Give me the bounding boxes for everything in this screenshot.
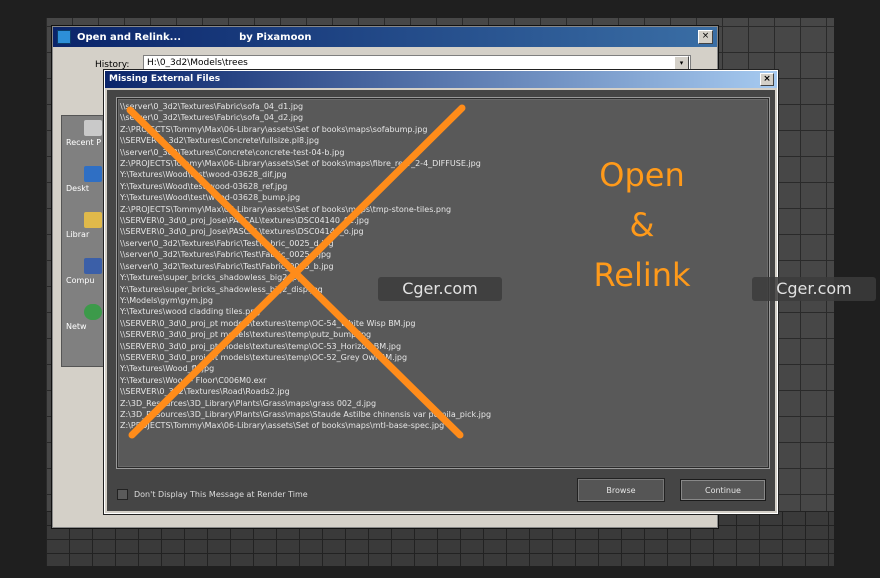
file-row[interactable]: \\SERVER\0_3d2\Textures\Concrete\fullsiz… [120, 135, 768, 146]
file-row[interactable]: \\server\0_3d2\Textures\Fabric\sofa_04_d… [120, 101, 768, 112]
file-row[interactable]: \\SERVER\0_3d\0_proj_pt models\textures\… [120, 352, 768, 363]
recent-places-icon [84, 120, 102, 136]
file-row[interactable]: \\SERVER\0_3d\0_proj_pt models\textures\… [120, 341, 768, 352]
watermark: Cger.com [378, 277, 502, 301]
file-row[interactable]: \\SERVER\0_3d\0_proj_pt models\textures\… [120, 329, 768, 340]
history-value: H:\0_3d2\Models\trees [147, 58, 248, 68]
open-relink-titlebar[interactable]: Open and Relink... by Pixamoon [53, 27, 717, 47]
file-row[interactable]: \\server\0_3d2\Textures\Fabric\sofa_04_d… [120, 112, 768, 123]
close-icon[interactable]: × [760, 73, 774, 86]
close-icon[interactable]: × [698, 30, 713, 44]
watermark: Cger.com [752, 277, 876, 301]
history-dropdown[interactable]: H:\0_3d2\Models\trees ▾ [143, 55, 691, 71]
history-label: History: [95, 60, 130, 70]
render-time-option[interactable]: Don't Display This Message at Render Tim… [117, 489, 308, 500]
file-row[interactable]: Z:\PROJECTS\Tommy\Max\06-Library\assets\… [120, 124, 768, 135]
network-icon [84, 304, 102, 320]
file-row[interactable]: \\SERVER\0_3d\0_proj_pt models\textures\… [120, 318, 768, 329]
chevron-down-icon[interactable]: ▾ [674, 56, 689, 71]
checkbox-label: Don't Display This Message at Render Tim… [134, 490, 308, 499]
file-row[interactable]: \\SERVER\0_3d2\Textures\Road\Roads2.jpg [120, 386, 768, 397]
place-label: Netw [66, 322, 87, 331]
window-title: Open and Relink... [77, 31, 182, 43]
dialog-titlebar[interactable]: Missing External Files [105, 71, 777, 88]
file-row[interactable]: Z:\PROJECTS\Tommy\Max\06-Library\assets\… [120, 420, 768, 431]
place-label: Deskt [66, 184, 90, 193]
file-row[interactable]: Z:\3D_Resources\3D_Library\Plants\Grass\… [120, 409, 768, 420]
computer-icon [84, 258, 102, 274]
place-label: Librar [66, 230, 90, 239]
dont-display-checkbox[interactable] [117, 489, 128, 500]
file-row[interactable]: Y:\Textures\wood cladding tiles.png [120, 306, 768, 317]
libraries-icon [84, 212, 102, 228]
file-row[interactable]: Y:\Textures\Wood_flr.jpg [120, 363, 768, 374]
promo-text: Open & Relink [586, 150, 698, 300]
window-byline: by Pixamoon [239, 31, 312, 43]
dialog-title: Missing External Files [109, 74, 221, 84]
file-row[interactable]: Y:\Textures\Wood - Floor\C006M0.exr [120, 375, 768, 386]
app-icon [57, 30, 71, 44]
desktop-icon [84, 166, 102, 182]
promo-line-relink: Relink [593, 256, 691, 294]
browse-button[interactable]: Browse [578, 479, 664, 501]
continue-button[interactable]: Continue [680, 479, 766, 501]
place-label: Compu [66, 276, 95, 285]
place-label: Recent P [66, 138, 102, 147]
promo-line-amp: & [629, 206, 655, 244]
promo-line-open: Open [599, 156, 685, 194]
file-row[interactable]: Z:\3D_Resources\3D_Library\Plants\Grass\… [120, 398, 768, 409]
